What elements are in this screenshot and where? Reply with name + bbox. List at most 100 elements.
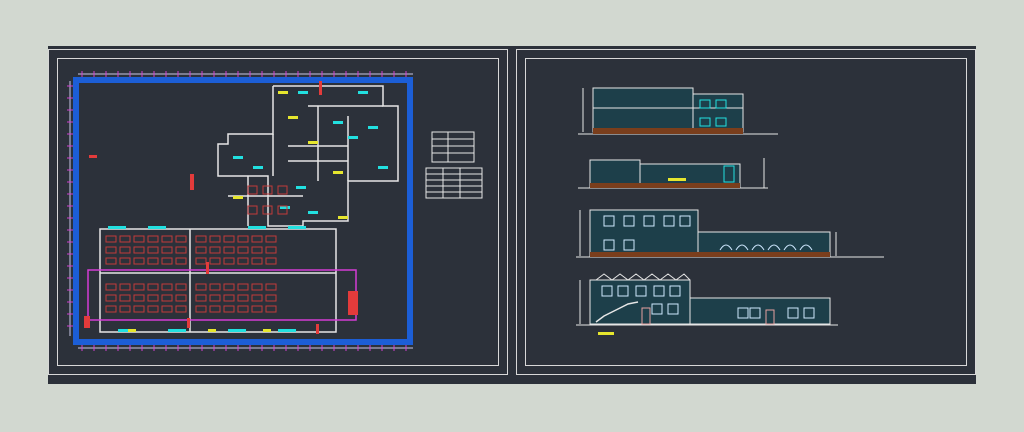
- desk: [251, 283, 263, 291]
- desk: [147, 235, 159, 243]
- desk: [265, 283, 277, 291]
- elevation-3: [576, 209, 884, 258]
- desk: [133, 235, 145, 243]
- desk: [147, 283, 159, 291]
- desk: [251, 257, 263, 265]
- fixture-yellow: [208, 329, 216, 332]
- desk: [223, 235, 235, 243]
- desk: [105, 257, 117, 265]
- fixture-yellow: [263, 329, 271, 332]
- desk: [175, 283, 187, 291]
- fixture: [296, 186, 306, 189]
- desk: [195, 246, 207, 254]
- desk: [119, 283, 131, 291]
- classroom-desks: [105, 235, 277, 313]
- desk: [265, 257, 277, 265]
- upper-fixtures: [233, 91, 388, 219]
- desk: [175, 305, 187, 313]
- fixture: [168, 329, 186, 332]
- fixture: [278, 329, 296, 332]
- fixture: [308, 141, 318, 144]
- desk: [161, 257, 173, 265]
- legend-table-1: [431, 131, 475, 163]
- fixture: [308, 211, 318, 214]
- desk: [175, 257, 187, 265]
- fixture: [368, 126, 378, 129]
- desk: [223, 283, 235, 291]
- fixture: [288, 226, 306, 229]
- desk: [195, 235, 207, 243]
- desk: [119, 294, 131, 302]
- desk: [119, 257, 131, 265]
- desk: [161, 235, 173, 243]
- desk: [195, 283, 207, 291]
- fixture: [348, 136, 358, 139]
- desk: [209, 283, 221, 291]
- desk: [237, 283, 249, 291]
- desk: [147, 305, 159, 313]
- desk: [161, 283, 173, 291]
- desk: [147, 294, 159, 302]
- desk: [237, 305, 249, 313]
- desk: [251, 246, 263, 254]
- fixture: [278, 91, 288, 94]
- red-tags: [84, 81, 358, 334]
- fixture: [248, 226, 266, 229]
- desk: [237, 235, 249, 243]
- desk: [147, 246, 159, 254]
- fixture: [288, 116, 298, 119]
- desk: [175, 294, 187, 302]
- floor-plan-drawing: [67, 71, 884, 351]
- fixture: [338, 216, 348, 219]
- desk: [209, 235, 221, 243]
- desk: [237, 246, 249, 254]
- fixture: [233, 196, 243, 199]
- fixture: [333, 171, 343, 174]
- fixture: [298, 91, 308, 94]
- fixture: [253, 166, 263, 169]
- desk: [105, 294, 117, 302]
- desk: [119, 305, 131, 313]
- desk: [161, 294, 173, 302]
- elevation-4: [576, 273, 838, 335]
- upper-building: [217, 85, 399, 227]
- elevation-1: [578, 87, 778, 135]
- elevation-2: [578, 158, 768, 189]
- desk: [105, 305, 117, 313]
- desk: [247, 205, 258, 215]
- desk: [119, 246, 131, 254]
- desk: [251, 305, 263, 313]
- desk: [133, 305, 145, 313]
- desk: [237, 257, 249, 265]
- desk: [133, 246, 145, 254]
- desk: [209, 305, 221, 313]
- desk: [265, 235, 277, 243]
- desk: [105, 283, 117, 291]
- desk: [251, 294, 263, 302]
- desk: [105, 235, 117, 243]
- desk: [161, 246, 173, 254]
- desk: [175, 235, 187, 243]
- site-boundary: [73, 77, 413, 345]
- desk: [247, 185, 258, 195]
- desk: [223, 246, 235, 254]
- desk: [195, 305, 207, 313]
- desk: [133, 283, 145, 291]
- fixture: [378, 166, 388, 169]
- fixture: [228, 329, 246, 332]
- desk: [223, 257, 235, 265]
- desk: [223, 305, 235, 313]
- fixture-yellow: [128, 329, 136, 332]
- desk: [133, 294, 145, 302]
- desk: [161, 305, 173, 313]
- desk: [265, 294, 277, 302]
- desk: [119, 235, 131, 243]
- fixture: [358, 91, 368, 94]
- fixture: [108, 226, 126, 229]
- lower-building: [99, 228, 337, 333]
- cad-modelspace[interactable]: [48, 46, 976, 384]
- desk: [265, 246, 277, 254]
- desk: [209, 257, 221, 265]
- fixture: [233, 156, 243, 159]
- desk: [105, 246, 117, 254]
